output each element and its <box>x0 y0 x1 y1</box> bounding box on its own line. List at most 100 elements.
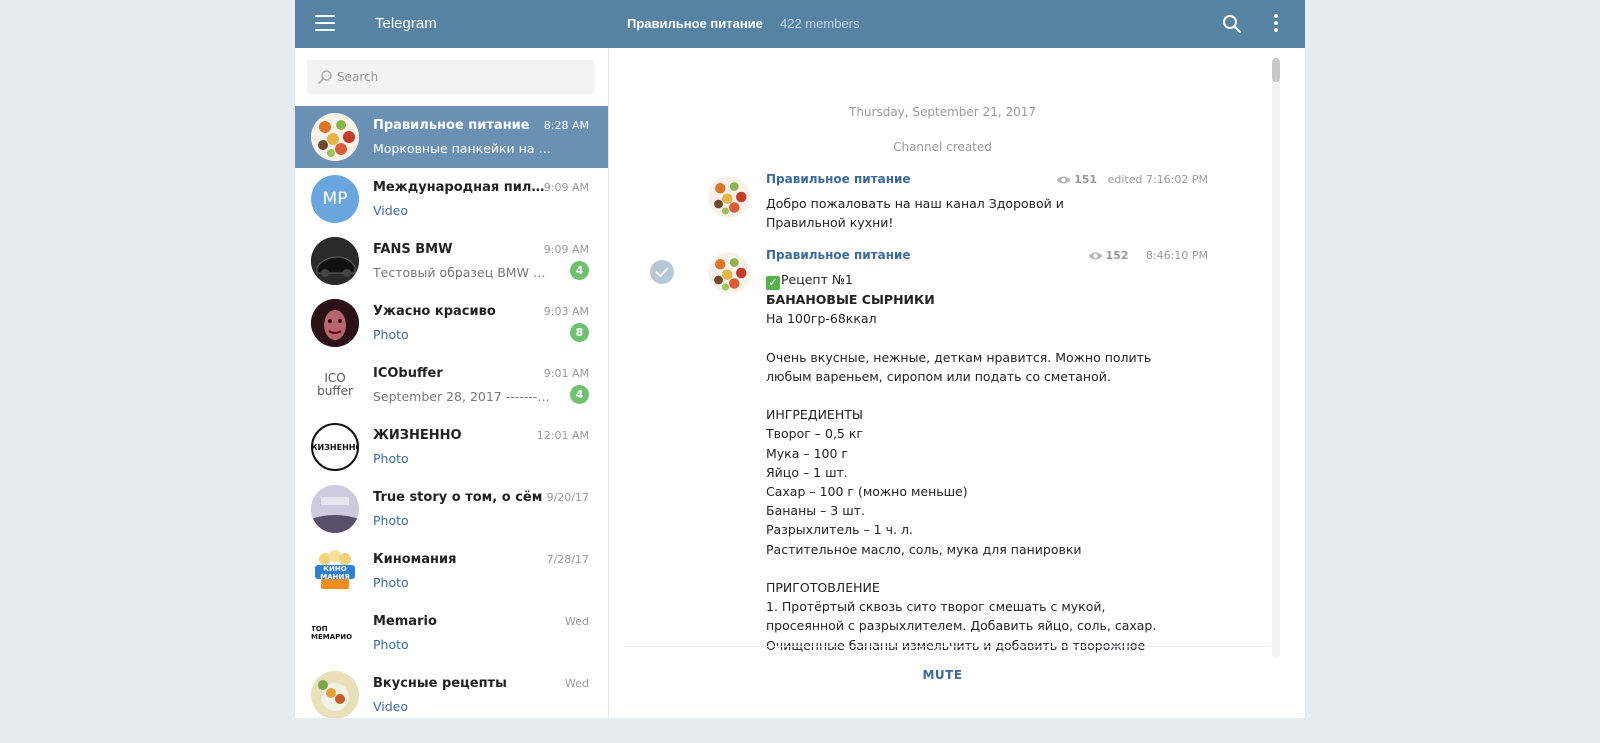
message-line: ИНГРЕДИЕНТЫ <box>766 407 863 423</box>
chat-time: 8:28 AM <box>543 119 589 132</box>
message-scrollbar[interactable] <box>1272 58 1280 658</box>
chat-item-icobuffer[interactable]: ICO buffer ICObuffer 9:01 AM September 2… <box>295 354 608 416</box>
chat-name: Правильное питание <box>373 118 530 133</box>
avatar: КИНО МАНИЯ <box>311 547 359 595</box>
avatar <box>311 671 359 718</box>
message-time: 8:46:10 PM <box>1145 249 1208 262</box>
search-icon <box>317 69 333 85</box>
mute-button[interactable]: MUTE <box>610 668 1275 682</box>
chat-preview: Тестовый образец BMW 7 ... <box>373 265 551 280</box>
more-options-icon[interactable] <box>1271 14 1281 34</box>
chat-item-zhiznenno[interactable]: ЖИЗНЕННО ЖИЗНЕННО 12:01 AM Photo <box>295 416 608 478</box>
avatar: MP <box>311 175 359 223</box>
message-line <box>766 559 1186 578</box>
views-icon <box>1056 176 1071 184</box>
chat-time: 12:01 AM <box>536 429 589 442</box>
chat-item-kinomaniya[interactable]: КИНО МАНИЯ Киномания 7/28/17 Photo <box>295 540 608 602</box>
chat-item-mezhdunarodnaya[interactable]: MP Международная пилор... 9:09 AM Video <box>295 168 608 230</box>
message-line: ✓ Рецепт №1 <box>766 270 1186 290</box>
unread-badge: 8 <box>570 323 589 342</box>
avatar <box>311 113 359 161</box>
avatar <box>311 299 359 347</box>
chat-list: Правильное питание 8:28 AM Морковные пан… <box>295 106 608 718</box>
channel-title[interactable]: Правильное питание <box>627 16 763 31</box>
message-line: Очень вкусные, нежные, деткам нравится. … <box>766 349 1152 365</box>
avatar <box>311 485 359 533</box>
chat-preview: September 28, 2017 ---------... <box>373 389 551 404</box>
chat-time: 9/20/17 <box>546 491 589 504</box>
views-count: 152 <box>1105 249 1129 262</box>
chat-name: ICObuffer <box>373 366 443 381</box>
chat-item-pravilnoe-pitanie[interactable]: Правильное питание 8:28 AM Морковные пан… <box>295 106 608 168</box>
search-box <box>307 60 594 94</box>
avatar-logo-text: ЖИЗНЕННО <box>313 442 357 452</box>
divider <box>625 646 1270 647</box>
recipe-number: Рецепт №1 <box>781 272 853 287</box>
message-line: БАНАНОВЫЕ СЫРНИКИ <box>766 292 935 307</box>
message: Правильное питание 152 8:46:10 PM ✓ Рецеп… <box>708 248 1208 660</box>
message-line: Бананы – 3 шт. <box>766 503 865 519</box>
chat-item-fans-bmw[interactable]: FANS BMW 9:09 AM Тестовый образец BMW 7 … <box>295 230 608 292</box>
message-line: Сахар – 100 г (можно меньше) <box>766 484 968 500</box>
scrollbar-thumb[interactable] <box>1272 58 1280 82</box>
channel-members-count[interactable]: 422 members <box>780 16 859 31</box>
search-input[interactable] <box>337 60 587 94</box>
avatar: ТОП МЕМАРИО <box>311 609 359 657</box>
message-history: Thursday, September 21, 2017 Channel cre… <box>610 48 1275 660</box>
message-author[interactable]: Правильное питание <box>766 172 911 186</box>
message-time: edited 7:16:02 PM <box>1107 173 1208 186</box>
message-line <box>766 386 1186 405</box>
telegram-app: Telegram Правильное питание 422 members … <box>295 0 1305 718</box>
app-title: Telegram <box>375 15 437 32</box>
chat-time: 9:09 AM <box>543 181 589 194</box>
chat-time: Wed <box>565 677 589 690</box>
chat-preview: Photo <box>373 575 409 590</box>
avatar-logo-text: ТОП МЕМАРИО <box>311 625 353 641</box>
chat-item-true-story[interactable]: True story о том, о сём 9/20/17 Photo <box>295 478 608 540</box>
channel-avatar[interactable] <box>708 252 750 294</box>
message-text: ✓ Рецепт №1 БАНАНОВЫЕ СЫРНИКИ На 100гр-68… <box>766 270 1186 655</box>
message-line: 1. Протёртый сквозь сито творог смешать … <box>766 599 1106 615</box>
menu-icon[interactable] <box>315 15 335 33</box>
chat-preview: Video <box>373 203 409 218</box>
chat-preview: Photo <box>373 451 409 466</box>
chat-name: Киномания <box>373 552 457 567</box>
avatar-initials: MP <box>322 189 348 209</box>
selection-check-icon[interactable] <box>650 260 674 284</box>
chat-preview: Photo <box>373 513 409 528</box>
unread-badge: 4 <box>570 385 589 404</box>
message-line: любым вареньем, сиропом или подать со см… <box>766 368 1111 384</box>
chat-preview: Photo <box>373 327 409 342</box>
avatar-logo-text: КИНО МАНИЯ <box>320 565 350 581</box>
chat-name: FANS BMW <box>373 242 453 257</box>
chat-item-memario[interactable]: ТОП МЕМАРИО Memario Wed Photo <box>295 602 608 664</box>
message-line: Творог – 0,5 кг <box>766 426 863 442</box>
chat-preview: Photo <box>373 637 409 652</box>
message-meta: 151 edited 7:16:02 PM <box>1056 173 1208 186</box>
date-separator: Thursday, September 21, 2017 <box>848 105 1036 119</box>
avatar: ICO buffer <box>311 361 359 409</box>
service-message: Channel created <box>893 140 992 154</box>
avatar: ЖИЗНЕННО <box>311 423 359 471</box>
chat-name: Вкусные рецепты <box>373 676 507 691</box>
message-meta: 152 8:46:10 PM <box>1088 249 1208 262</box>
message-line: Мука – 100 г <box>766 445 848 461</box>
message-line: Правильной кухни! <box>766 215 894 231</box>
message-author[interactable]: Правильное питание <box>766 248 911 262</box>
conversation-panel: Thursday, September 21, 2017 Channel cre… <box>610 48 1305 718</box>
message-text: Добро пожаловать на наш канал Здоровой и… <box>766 194 1186 232</box>
chat-name: Memario <box>373 614 437 629</box>
message-line: Растительное масло, соль, мука для панир… <box>766 541 1082 557</box>
message-line: Разрыхлитель – 1 ч. л. <box>766 522 913 538</box>
views-icon <box>1088 252 1103 260</box>
chat-item-uzhasno-krasivo[interactable]: Ужасно красиво 9:03 AM Photo 8 <box>295 292 608 354</box>
search-icon[interactable] <box>1222 14 1242 34</box>
message-line: просеянной с разрыхлителем. Добавить яйц… <box>766 618 1157 634</box>
chat-time: 9:03 AM <box>543 305 589 318</box>
chat-time: Wed <box>565 615 589 628</box>
chat-preview: Морковные панкейки на 1... <box>373 141 551 156</box>
message-line <box>766 328 1186 347</box>
avatar-logo-text: ICO buffer <box>317 371 353 398</box>
chat-item-vkusnye-recepty[interactable]: Вкусные рецепты Wed Video <box>295 664 608 718</box>
channel-avatar[interactable] <box>708 176 750 218</box>
